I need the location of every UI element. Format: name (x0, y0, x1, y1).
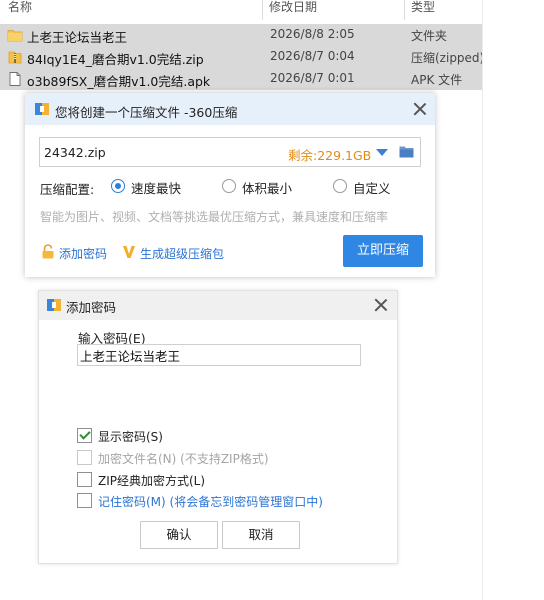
360-compress-logo-icon (35, 103, 49, 115)
file-type: 压缩(zipped) (411, 51, 482, 65)
password-dialog-title: 添加密码 (66, 300, 117, 315)
file-row[interactable]: o3b89fSX_磨合期v1.0完结.apk 2026/8/7 0:01 APK… (0, 68, 482, 90)
360-compress-logo-icon (47, 299, 61, 311)
checkbox-unchecked-icon (77, 493, 92, 508)
show-password-checkbox[interactable]: 显示密码(S) (77, 428, 177, 444)
file-name: 上老王论坛当老王 (27, 30, 128, 45)
compress-now-button[interactable]: 立即压缩 (343, 235, 423, 267)
file-date: 2026/8/8 2:05 (270, 27, 355, 41)
file-row[interactable]: 上老王论坛当老王 2026/8/8 2:05 文件夹 (0, 24, 482, 46)
checkbox-label: 加密文件名(N) (不支持ZIP格式) (98, 452, 269, 466)
add-password-link[interactable]: 添加密码 (41, 244, 131, 261)
radio-label: 自定义 (353, 181, 391, 196)
file-type: APK 文件 (411, 73, 463, 87)
checkbox-label: 记住密码(M) (将会备忘到密码管理窗口中) (98, 495, 323, 509)
radio-custom[interactable]: 自定义 (333, 178, 403, 196)
checkbox-unchecked-icon (77, 450, 92, 465)
checkbox-checked-icon (77, 428, 92, 443)
radio-label: 速度最快 (131, 181, 182, 196)
file-name: 84Iqy1E4_磨合期v1.0完结.zip (27, 52, 204, 67)
column-header-type[interactable]: 类型 (404, 0, 435, 20)
v-badge-icon (123, 246, 135, 258)
free-space-label: 剩余:229.1GB (288, 148, 372, 163)
password-dialog: 添加密码 输入密码(E) 显示密码(S) 加密文件名(N) (不支持ZIP格式)… (38, 290, 398, 564)
ok-button[interactable]: 确认 (140, 521, 218, 549)
output-path-field[interactable]: 24342.zip 剩余:229.1GB (39, 137, 421, 167)
remember-password-checkbox[interactable]: 记住密码(M) (将会备忘到密码管理窗口中) (77, 493, 337, 509)
radio-label: 体积最小 (242, 181, 293, 196)
file-list-header: 名称 修改日期 类型 (0, 0, 482, 20)
encrypt-filename-checkbox: 加密文件名(N) (不支持ZIP格式) (77, 450, 277, 466)
file-date: 2026/8/7 0:01 (270, 71, 355, 85)
checkbox-unchecked-icon (77, 472, 92, 487)
radio-unselected-icon (222, 179, 236, 193)
compress-dialog-title: 您将创建一个压缩文件 -360压缩 (55, 105, 238, 120)
column-header-name[interactable]: 名称 (8, 0, 32, 20)
file-row[interactable]: 84Iqy1E4_磨合期v1.0完结.zip 2026/8/7 0:04 压缩(… (0, 46, 482, 68)
folder-browse-icon[interactable] (399, 145, 414, 158)
compress-dialog-titlebar[interactable]: 您将创建一个压缩文件 -360压缩 (25, 93, 435, 125)
file-icon (9, 72, 21, 86)
close-icon[interactable] (413, 102, 427, 116)
folder-icon (7, 30, 23, 42)
password-input[interactable] (77, 344, 361, 366)
column-divider (482, 0, 483, 600)
lock-icon (42, 244, 54, 259)
chevron-down-icon[interactable] (376, 149, 388, 156)
file-name: o3b89fSX_磨合期v1.0完结.apk (27, 74, 211, 89)
output-filename[interactable]: 24342.zip (44, 145, 106, 160)
radio-unselected-icon (333, 179, 347, 193)
column-header-date[interactable]: 修改日期 (262, 0, 317, 20)
checkbox-label: ZIP经典加密方式(L) (98, 474, 206, 488)
file-type: 文件夹 (411, 29, 448, 43)
zip-classic-encryption-checkbox[interactable]: ZIP经典加密方式(L) (77, 472, 227, 488)
compress-hint: 智能为图片、视频、文档等挑选最优压缩方式，兼具速度和压缩率 (40, 210, 389, 224)
config-label: 压缩配置: (40, 182, 95, 197)
radio-selected-icon (111, 179, 125, 193)
checkbox-label: 显示密码(S) (98, 430, 163, 444)
radio-speed-fastest[interactable]: 速度最快 (111, 178, 191, 196)
cancel-button[interactable]: 取消 (222, 521, 300, 549)
compress-dialog: 您将创建一个压缩文件 -360压缩 24342.zip 剩余:229.1GB 压… (25, 93, 435, 277)
super-compress-label: 生成超级压缩包 (140, 247, 225, 261)
add-password-label: 添加密码 (59, 247, 108, 261)
zip-file-icon (8, 51, 22, 64)
close-icon[interactable] (374, 298, 388, 312)
radio-size-smallest[interactable]: 体积最小 (222, 178, 302, 196)
password-dialog-titlebar[interactable]: 添加密码 (39, 291, 397, 320)
super-compress-link[interactable]: 生成超级压缩包 (122, 244, 242, 261)
file-date: 2026/8/7 0:04 (270, 49, 355, 63)
